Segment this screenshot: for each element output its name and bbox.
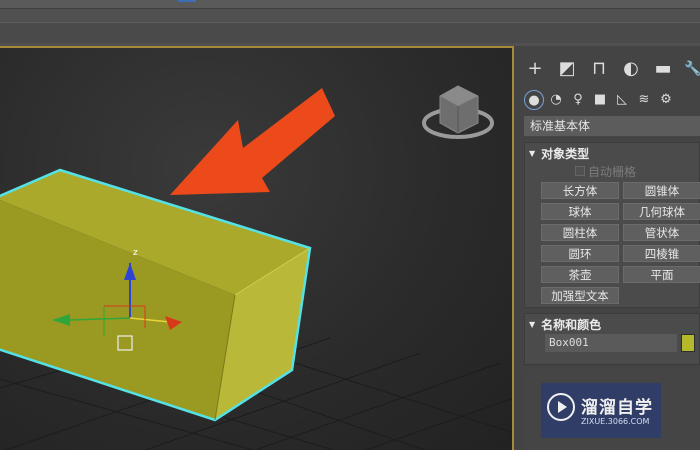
watermark-url: ZIXUE.3066.COM (581, 417, 650, 426)
hierarchy-icon[interactable]: ⊓ (586, 56, 612, 82)
sphere-button[interactable]: 球体 (541, 203, 619, 220)
autogrid-checkbox[interactable]: 自动栅格 (575, 163, 636, 180)
cone-button[interactable]: 圆锥体 (623, 182, 700, 199)
box-button[interactable]: 长方体 (541, 182, 619, 199)
geometry-icon[interactable]: ● (524, 90, 544, 110)
collapse-triangle-icon: ▼ (529, 320, 536, 329)
create-subtabs: ● ◔ ♀ ■ ◺ ≋ ⚙ (524, 90, 700, 112)
name-color-header[interactable]: ▼ 名称和颜色 (529, 316, 601, 333)
shapes-icon[interactable]: ◔ (546, 90, 566, 110)
plus-icon[interactable]: + (522, 56, 548, 82)
perspective-viewport[interactable]: z (0, 46, 514, 450)
object-name-field[interactable]: Box001 (545, 334, 677, 352)
motion-icon[interactable]: ◐ (618, 56, 644, 82)
geosphere-button[interactable]: 几何球体 (623, 203, 700, 220)
menu-strip (0, 0, 700, 9)
viewcube-icon[interactable] (422, 85, 494, 139)
active-indicator (178, 0, 196, 2)
cameras-icon[interactable]: ■ (590, 90, 610, 110)
pyramid-button[interactable]: 四棱锥 (623, 245, 700, 262)
autogrid-label: 自动栅格 (588, 165, 637, 179)
checkbox-icon (575, 166, 585, 176)
z-axis-label: z (133, 248, 138, 258)
watermark-title: 溜溜自学 (581, 398, 653, 418)
systems-icon[interactable]: ⚙ (656, 90, 676, 110)
modify-icon[interactable]: ◩ (554, 56, 580, 82)
category-dropdown[interactable]: 标准基本体 (524, 116, 700, 136)
spacewarps-icon[interactable]: ≋ (634, 90, 654, 110)
torus-button[interactable]: 圆环 (541, 245, 619, 262)
viewport-scene: z (0, 85, 512, 450)
callout-arrow (170, 88, 335, 195)
box-object[interactable] (0, 168, 312, 422)
utilities-icon[interactable]: 🔧 (680, 56, 700, 82)
display-icon[interactable]: ▬ (650, 56, 676, 82)
helpers-icon[interactable]: ◺ (612, 90, 632, 110)
viewport-tabs-strip (0, 22, 700, 43)
object-color-swatch[interactable] (681, 334, 695, 352)
lights-icon[interactable]: ♀ (568, 90, 588, 110)
object-type-rollout: ▼ 对象类型 自动栅格 长方体 圆锥体 球体 几何球体 圆柱体 管状体 圆环 四棱… (524, 142, 700, 308)
object-type-header[interactable]: ▼ 对象类型 (529, 145, 589, 162)
top-toolbar (0, 0, 700, 46)
plane-button[interactable]: 平面 (623, 266, 700, 283)
cylinder-button[interactable]: 圆柱体 (541, 224, 619, 241)
object-type-title: 对象类型 (541, 147, 590, 161)
name-color-title: 名称和颜色 (541, 318, 602, 332)
teapot-button[interactable]: 茶壶 (541, 266, 619, 283)
watermark: 溜溜自学 ZIXUE.3066.COM (541, 383, 661, 438)
tube-button[interactable]: 管状体 (623, 224, 700, 241)
name-color-rollout: ▼ 名称和颜色 Box001 (524, 313, 700, 365)
collapse-triangle-icon: ▼ (529, 149, 536, 158)
textplus-button[interactable]: 加强型文本 (541, 287, 619, 304)
watermark-logo-icon (547, 393, 575, 421)
command-panel-tabs: + ◩ ⊓ ◐ ▬ 🔧 (520, 56, 700, 82)
